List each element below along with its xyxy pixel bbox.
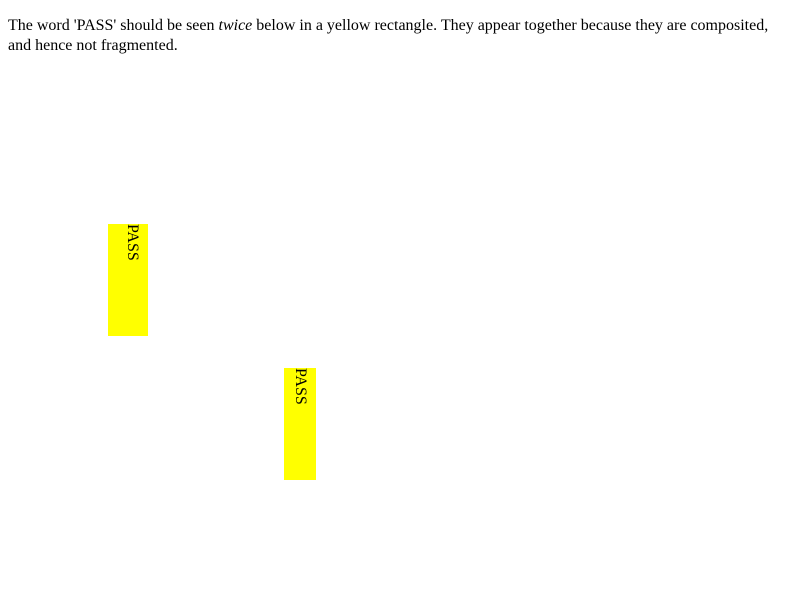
instruction-emphasis: twice: [218, 17, 253, 34]
pass-label-second: PASS: [292, 368, 309, 405]
pass-label-first: PASS: [124, 224, 141, 261]
yellow-rectangle-first: PASS: [108, 224, 148, 336]
instruction-text: The word 'PASS' should be seen twice bel…: [8, 16, 792, 56]
yellow-rectangle-second: PASS: [284, 368, 316, 480]
instruction-text-part-1: The word 'PASS' should be seen: [8, 17, 219, 34]
